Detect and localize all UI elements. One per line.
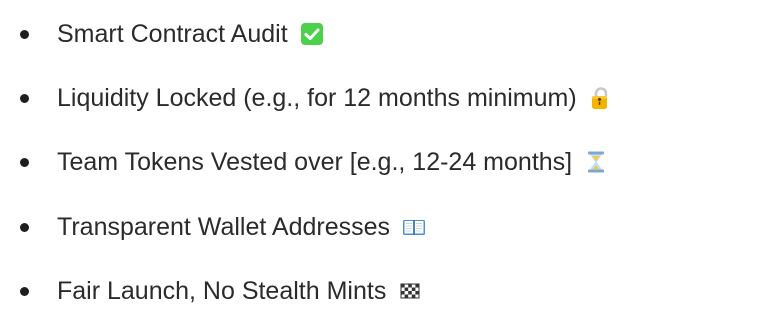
list-item-content: Smart Contract Audit [57, 14, 324, 54]
hourglass-icon [584, 150, 608, 174]
list-item-content: Liquidity Locked (e.g., for 12 months mi… [57, 78, 613, 118]
bullet-icon [20, 286, 29, 296]
list-item-label: Liquidity Locked (e.g., for 12 months mi… [57, 84, 577, 112]
checkered-flag-icon [398, 279, 422, 303]
lock-icon [589, 86, 613, 110]
list-item-content: Transparent Wallet Addresses [57, 207, 426, 247]
open-book-icon [402, 215, 426, 239]
bullet-icon [20, 157, 29, 167]
list-item: Smart Contract Audit [0, 14, 769, 54]
check-mark-button-icon [300, 22, 324, 46]
bullet-icon [20, 93, 29, 103]
list-item-label: Fair Launch, No Stealth Mints [57, 277, 387, 305]
list-item: Transparent Wallet Addresses [0, 207, 769, 247]
list-item: Liquidity Locked (e.g., for 12 months mi… [0, 78, 769, 118]
list-item: Fair Launch, No Stealth Mints [0, 271, 769, 311]
feature-list: Smart Contract Audit Liquidity Locked (e… [0, 0, 769, 324]
list-item: Team Tokens Vested over [e.g., 12-24 mon… [0, 142, 769, 182]
list-item-label: Team Tokens Vested over [e.g., 12-24 mon… [57, 148, 573, 176]
bullet-icon [20, 29, 29, 39]
list-item-label: Smart Contract Audit [57, 20, 288, 48]
bullet-icon [20, 222, 29, 232]
list-item-content: Fair Launch, No Stealth Mints [57, 271, 422, 311]
list-item-label: Transparent Wallet Addresses [57, 213, 391, 241]
list-item-content: Team Tokens Vested over [e.g., 12-24 mon… [57, 142, 608, 182]
